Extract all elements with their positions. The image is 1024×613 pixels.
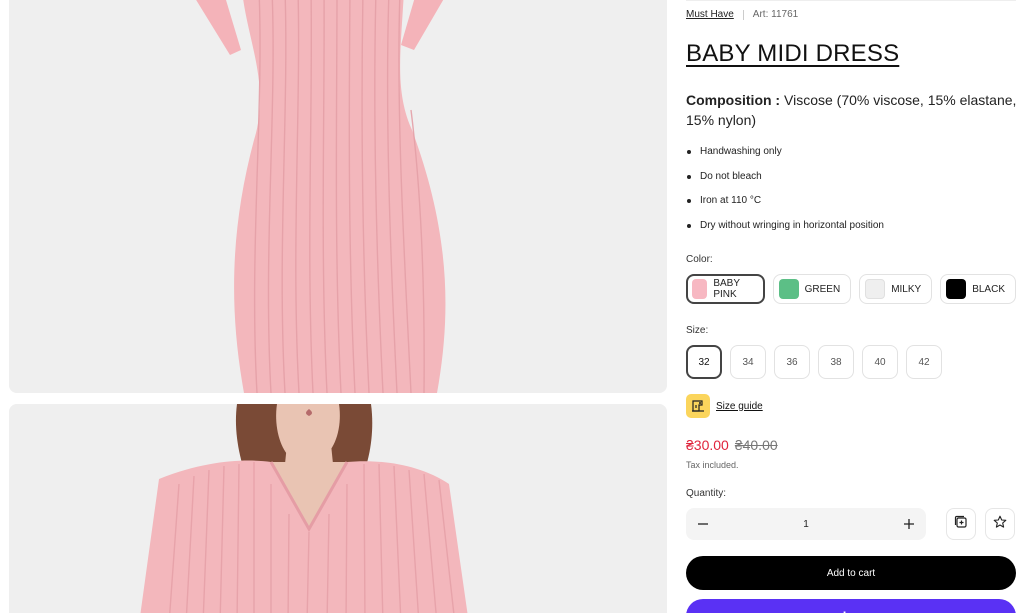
tax-note: Tax included. (686, 460, 739, 470)
color-swatch (778, 279, 799, 299)
color-option-milky[interactable]: MILKY (859, 274, 933, 304)
dress-photo-upper (9, 404, 667, 613)
shop-pay-label: shop (835, 609, 866, 613)
size-option-42[interactable]: 42 (906, 345, 942, 379)
size-option-32[interactable]: 32 (686, 345, 722, 379)
care-item: Dry without wringing in horizontal posit… (686, 216, 884, 241)
dress-photo-lower (9, 0, 667, 393)
original-price: ₴40.00 (734, 437, 778, 453)
size-option-40[interactable]: 40 (862, 345, 898, 379)
product-photo-secondary[interactable] (9, 404, 667, 613)
breadcrumb: Must Have Art: 11761 (686, 9, 798, 20)
product-photo-main[interactable] (9, 0, 667, 393)
size-guide-link[interactable]: Size guide (686, 394, 763, 418)
color-label: Color: (686, 254, 713, 265)
star-icon (993, 515, 1007, 534)
product-info-panel: Must Have Art: 11761 BABY MIDI DRESS Com… (686, 0, 1016, 613)
color-option-label: GREEN (804, 283, 841, 295)
color-option-label: BLACK (972, 283, 1005, 295)
size-option-36[interactable]: 36 (774, 345, 810, 379)
quantity-value[interactable]: 1 (803, 519, 809, 530)
color-swatch (946, 279, 967, 299)
divider (686, 0, 1016, 1)
size-option-34[interactable]: 34 (730, 345, 766, 379)
color-selector: BABY PINK GREEN MILKY BLACK (686, 274, 1016, 304)
compare-icon (954, 515, 968, 534)
compare-button[interactable] (946, 508, 976, 540)
plus-icon[interactable] (901, 516, 917, 532)
breadcrumb-separator (742, 9, 744, 20)
color-option-black[interactable]: BLACK (940, 274, 1016, 304)
size-guide-label: Size guide (716, 400, 763, 412)
composition-label: Composition : (686, 92, 781, 108)
care-item: Do not bleach (686, 167, 884, 192)
collection-link[interactable]: Must Have (686, 9, 734, 20)
color-option-green[interactable]: GREEN (772, 274, 852, 304)
minus-icon[interactable] (695, 516, 711, 532)
color-option-baby-pink[interactable]: BABY PINK (686, 274, 765, 304)
product-gallery (0, 0, 676, 613)
current-price: ₴30.00 (686, 437, 729, 453)
article-number: Art: 11761 (752, 9, 799, 20)
size-selector: 32 34 36 38 40 42 (686, 345, 942, 379)
color-swatch (692, 279, 708, 299)
size-option-38[interactable]: 38 (818, 345, 854, 379)
add-to-cart-button[interactable]: Add to cart (686, 556, 1016, 590)
color-option-label: MILKY (891, 283, 922, 295)
quantity-stepper: 1 (686, 508, 926, 540)
color-option-label: BABY PINK (713, 278, 740, 300)
care-instructions-list: Handwashing only Do not bleach Iron at 1… (686, 142, 884, 240)
price-block: ₴30.00 ₴40.00 (686, 437, 778, 453)
care-item: Handwashing only (686, 142, 884, 167)
size-label: Size: (686, 325, 709, 336)
sewing-machine-icon (686, 394, 710, 418)
wishlist-button[interactable] (985, 508, 1015, 540)
quantity-label: Quantity: (686, 488, 727, 499)
composition-text: Composition : Viscose (70% viscose, 15% … (686, 90, 1018, 130)
shop-pay-button[interactable]: shop (686, 599, 1016, 613)
care-item: Iron at 110 °C (686, 191, 884, 216)
color-swatch (865, 279, 886, 299)
product-title[interactable]: BABY MIDI DRESS (686, 40, 899, 68)
